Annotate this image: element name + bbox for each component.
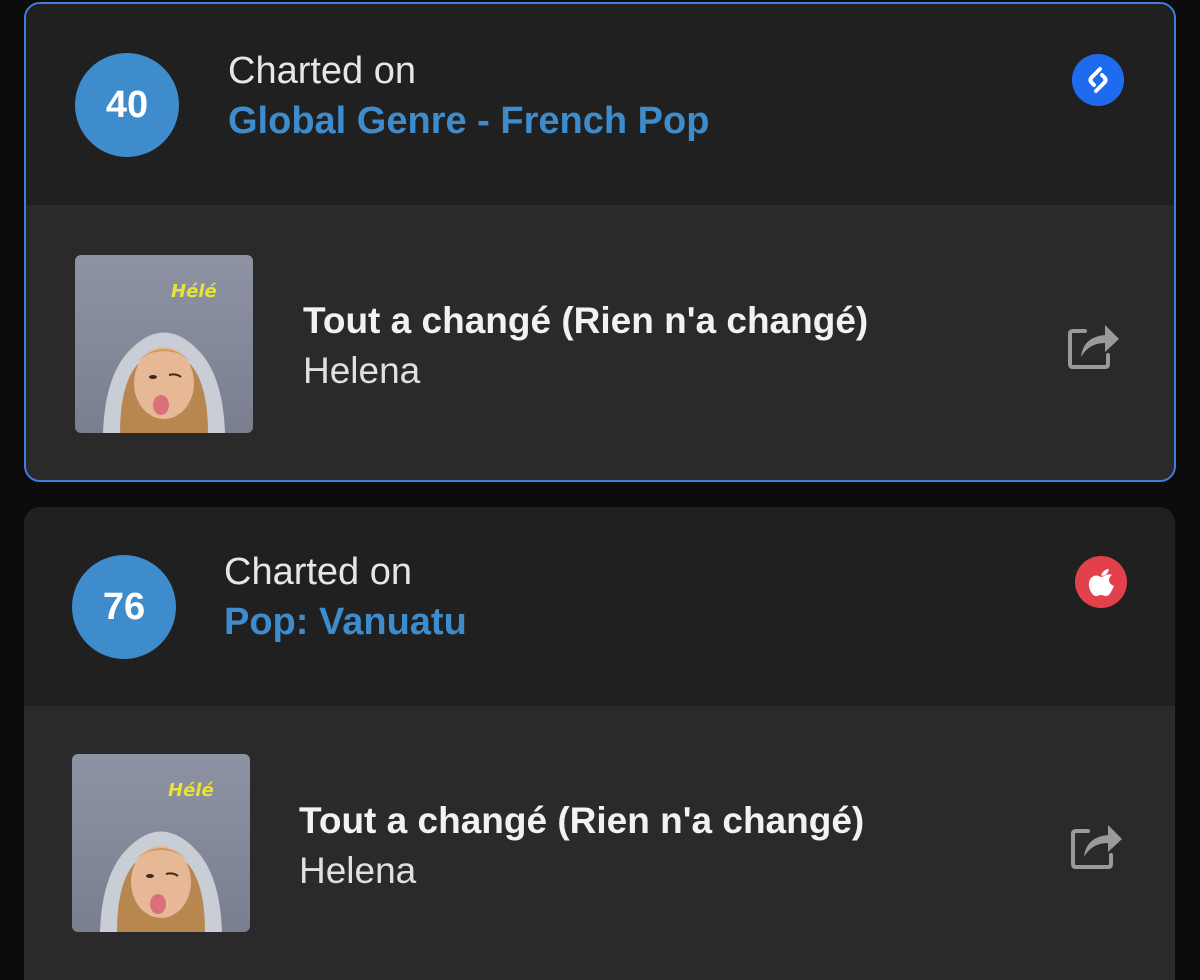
share-icon xyxy=(1068,325,1119,369)
svg-text:Hélé: Hélé xyxy=(171,281,217,302)
track-title: Tout a changé (Rien n'a changé) xyxy=(299,800,865,841)
album-cover: Hélé xyxy=(72,754,250,932)
rank-badge: 40 xyxy=(75,53,179,157)
chart-card-header: 76 Charted on Pop: Vanuatu xyxy=(24,507,1175,706)
apple-music-icon xyxy=(1075,556,1127,608)
chart-card-track[interactable]: Hélé Tout a changé (Rien n'a changé) Hel… xyxy=(26,205,1174,480)
track-artist: Helena xyxy=(303,350,421,391)
svg-text:Hélé: Hélé xyxy=(168,780,214,801)
track-artist: Helena xyxy=(299,850,417,891)
chart-name-link[interactable]: Global Genre - French Pop xyxy=(228,100,709,143)
chart-card-track[interactable]: Hélé Tout a changé (Rien n'a changé) Hel… xyxy=(24,706,1175,980)
share-button[interactable] xyxy=(1064,315,1124,375)
rank-badge: 76 xyxy=(72,555,176,659)
chart-name-link[interactable]: Pop: Vanuatu xyxy=(224,601,467,644)
charted-on-label: Charted on xyxy=(224,551,413,593)
chart-card-1[interactable]: 40 Charted on Global Genre - French Pop xyxy=(24,2,1176,482)
track-title: Tout a changé (Rien n'a changé) xyxy=(303,300,869,341)
charted-on-label: Charted on xyxy=(228,50,417,92)
chart-card-2[interactable]: 76 Charted on Pop: Vanuatu Hélé Tout a c… xyxy=(24,507,1175,980)
chart-card-header: 40 Charted on Global Genre - French Pop xyxy=(26,4,1174,205)
album-cover: Hélé xyxy=(75,255,253,433)
share-icon xyxy=(1071,825,1122,869)
share-button[interactable] xyxy=(1067,815,1127,875)
shazam-icon xyxy=(1072,54,1124,106)
